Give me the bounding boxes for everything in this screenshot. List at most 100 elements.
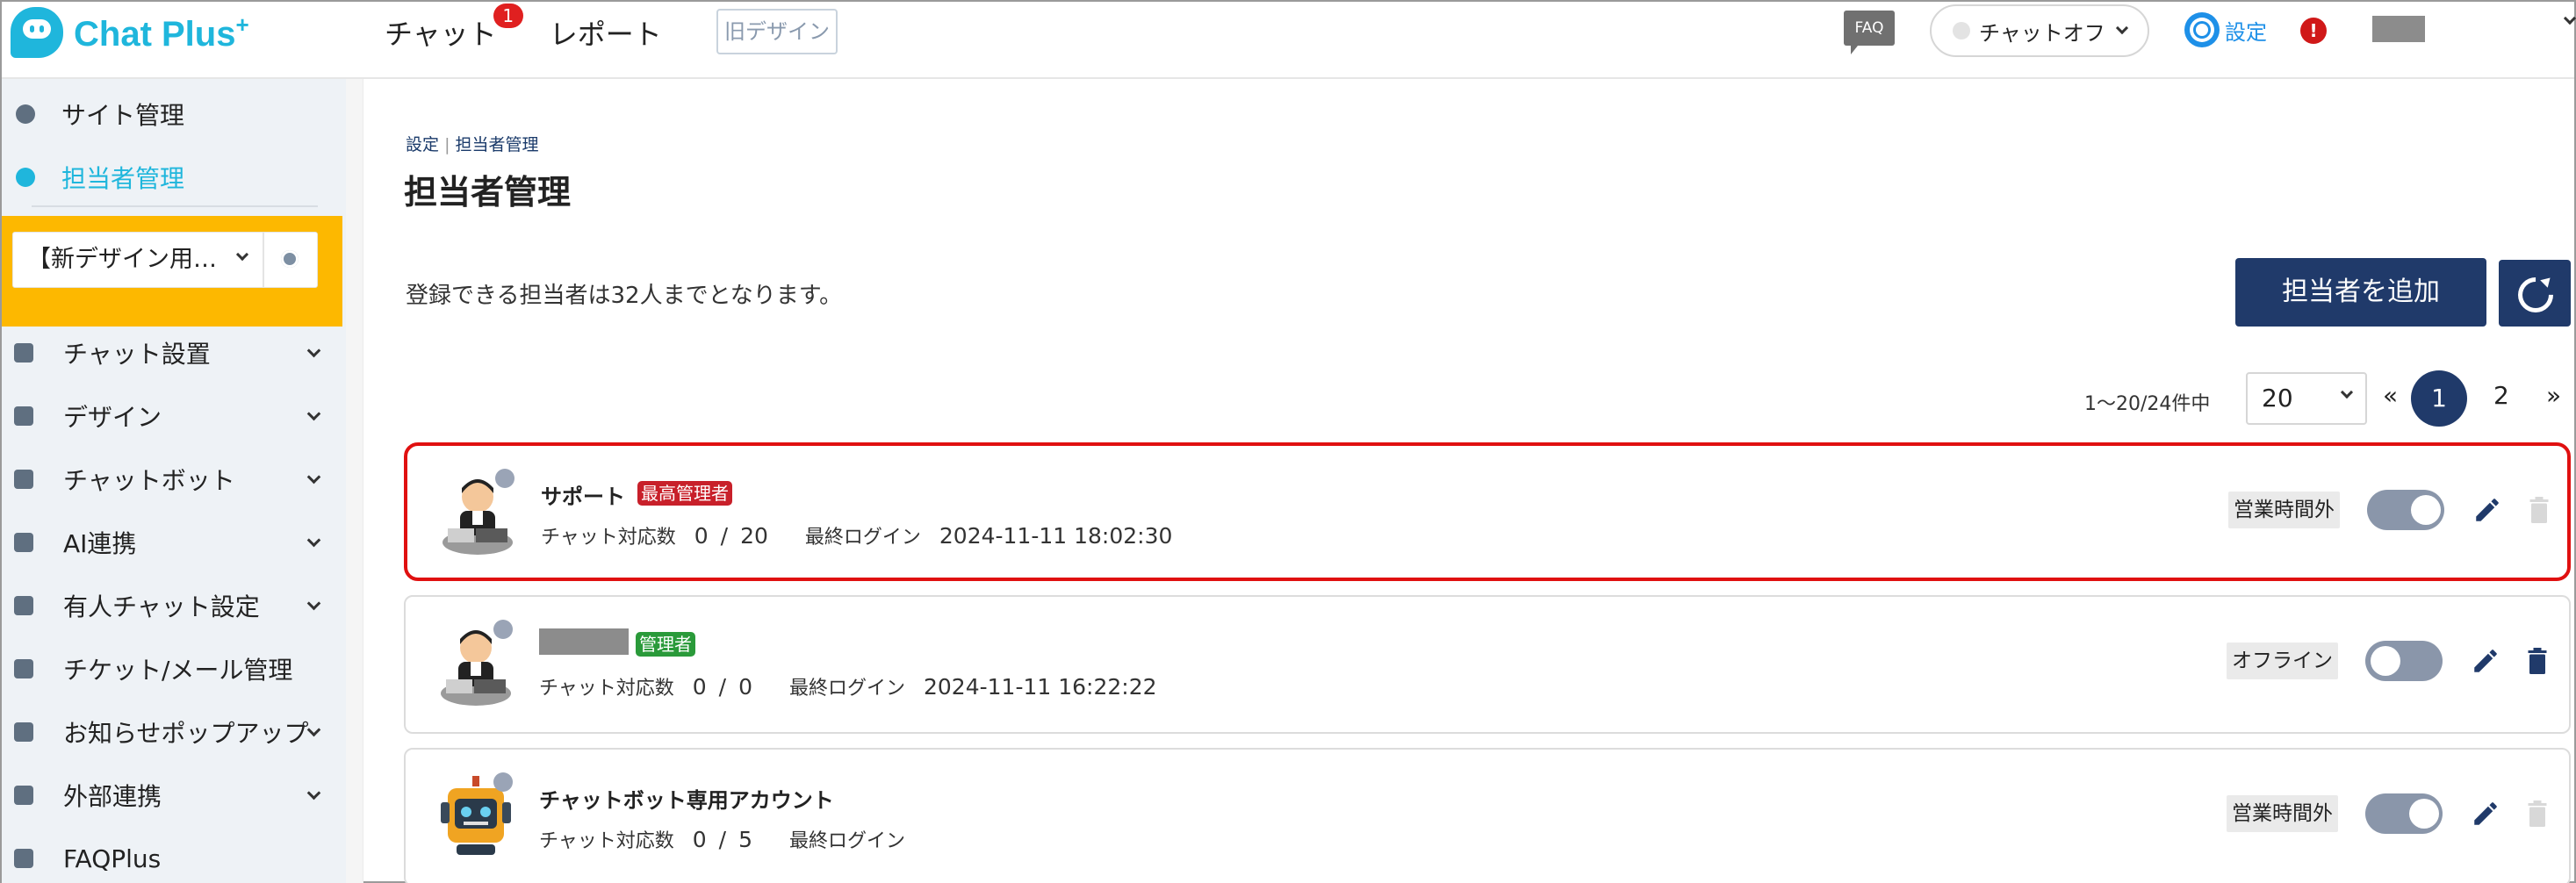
operator-toggle[interactable] [2365, 793, 2443, 834]
logo-text: Chat Plus+ [74, 11, 249, 54]
sidebar-scrollbar[interactable] [346, 79, 363, 883]
site-select[interactable]: 【新デザイン用… [12, 232, 263, 288]
sidebar-item-chatbot[interactable]: チャットボット [2, 453, 346, 506]
result-range-text: 1〜20/24件中 [2084, 393, 2211, 415]
presence-dot-icon [493, 772, 513, 792]
nav-chat[interactable]: チャット 1 [385, 4, 523, 53]
chevron-down-icon [306, 470, 321, 485]
prev-page-button[interactable]: « [2383, 381, 2398, 410]
headset-icon [14, 596, 33, 615]
breadcrumb-current: 担当者管理 [455, 135, 539, 154]
operator-name: サポート [541, 485, 625, 509]
user-name-redacted[interactable] [2372, 16, 2425, 42]
toggle-knob [2411, 495, 2441, 525]
breadcrumb: 設定 | 担当者管理 [406, 132, 539, 155]
page-1-button[interactable]: 1 [2411, 370, 2467, 427]
alert-icon[interactable]: ! [2300, 18, 2327, 44]
user-menu-chevron-icon[interactable] [2563, 11, 2576, 25]
sidebar-item-site-management[interactable]: サイト管理 [2, 88, 346, 140]
chevron-down-icon [306, 533, 321, 548]
breadcrumb-separator: | [444, 135, 450, 154]
sidebar-item-live-chat-settings[interactable]: 有人チャット設定 [2, 579, 346, 632]
trash-icon [2528, 800, 2547, 827]
sidebar-divider [32, 205, 318, 207]
pencil-icon[interactable] [2472, 495, 2502, 525]
pagination: 1〜20/24件中 20 « 1 2 » [2084, 370, 2576, 427]
chevron-down-icon [306, 786, 321, 800]
operator-toggle[interactable] [2367, 490, 2444, 530]
ai-icon [14, 533, 33, 552]
users-icon [16, 168, 35, 187]
toggle-knob [2409, 799, 2439, 829]
share-icon [14, 786, 33, 805]
presence-dot-icon [495, 469, 514, 488]
chevron-down-icon [2340, 385, 2354, 399]
operator-card[interactable]: 管理者 チャット対応数 0 / 0 最終ログイン 2024-11-11 16:2… [404, 595, 2571, 734]
sidebar-item-ai[interactable]: AI連携 [2, 516, 346, 569]
chevron-down-icon [2115, 21, 2128, 35]
page-2-button[interactable]: 2 [2493, 381, 2509, 410]
settings-link[interactable]: 設定 [2184, 12, 2267, 47]
operator-state-label: 営業時間外 [2227, 795, 2338, 832]
presence-dot-icon [493, 620, 513, 639]
logo-bubble-icon [11, 7, 63, 58]
add-operator-button[interactable]: 担当者を追加 [2235, 258, 2486, 327]
ticket-icon [14, 659, 33, 678]
sidebar-item-chat-setup[interactable]: チャット設置 [2, 327, 346, 379]
sidebar: サイト管理 担当者管理 【新デザイン用… チャット設置 デザイン チャットボット… [2, 79, 346, 883]
chevron-down-icon [306, 596, 321, 611]
top-nav: チャット 1 レポート [385, 4, 697, 53]
sidebar-item-faqplus[interactable]: FAQPlus [2, 832, 346, 883]
pencil-icon[interactable] [2471, 799, 2500, 829]
breadcrumb-settings-link[interactable]: 設定 [406, 135, 439, 154]
operator-state-label: オフライン [2227, 643, 2338, 679]
chevron-down-icon [306, 406, 321, 421]
trash-icon[interactable] [2527, 648, 2548, 674]
sidebar-item-ticket-mail[interactable]: チケット/メール管理 [2, 643, 346, 695]
pencil-icon[interactable] [2471, 646, 2500, 676]
chat-status-select[interactable]: チャットオフ [1930, 4, 2149, 57]
operator-card[interactable]: サポート 最高管理者 チャット対応数 0 / 20 最終ログイン 2024-11… [404, 442, 2571, 581]
sidebar-item-integration[interactable]: 外部連携 [2, 769, 346, 822]
status-dot-icon [1953, 22, 1970, 39]
chatplus-logo[interactable]: Chat Plus+ [11, 7, 249, 58]
site-settings-gear-button[interactable] [263, 232, 318, 288]
operator-meta: チャット対応数 0 / 5 最終ログイン [539, 827, 905, 852]
role-badge-admin: 管理者 [636, 632, 695, 657]
operator-name: チャットボット専用アカウント [539, 788, 834, 813]
tools-icon [14, 343, 33, 363]
toggle-knob [2371, 646, 2400, 676]
chevron-down-icon [306, 343, 321, 358]
chat-bubbles-icon [14, 470, 33, 489]
old-design-button[interactable]: 旧デザイン [716, 9, 838, 54]
main-content: 設定 | 担当者管理 担当者管理 登録できる担当者は32人までとなります。 担当… [363, 79, 2576, 883]
chat-notification-badge: 1 [493, 4, 523, 28]
operator-meta: チャット対応数 0 / 0 最終ログイン 2024-11-11 16:22:22 [539, 674, 1157, 700]
faq-icon[interactable]: FAQ [1844, 11, 1895, 54]
operator-toggle[interactable] [2365, 641, 2443, 681]
popup-icon [14, 722, 33, 742]
operator-name-redacted [539, 628, 629, 655]
sidebar-item-operator-management[interactable]: 担当者管理 [2, 151, 346, 204]
site-select-panel: 【新デザイン用… [2, 216, 342, 327]
faqplus-icon [14, 849, 33, 868]
next-page-button[interactable]: » [2546, 381, 2561, 410]
operator-limit-text: 登録できる担当者は32人までとなります。 [406, 283, 843, 309]
chevron-down-icon [306, 722, 321, 737]
operator-card[interactable]: チャットボット専用アカウント チャット対応数 0 / 5 最終ログイン 営業時間… [404, 748, 2571, 883]
gear-icon [16, 104, 35, 124]
gear-icon [2184, 12, 2220, 47]
operator-state-label: 営業時間外 [2228, 492, 2340, 528]
trash-icon [2529, 497, 2549, 523]
sidebar-item-popup[interactable]: お知らせポップアップ [2, 706, 346, 758]
page-title: 担当者管理 [404, 173, 572, 212]
sidebar-item-design[interactable]: デザイン [2, 390, 346, 442]
top-bar: Chat Plus+ チャット 1 レポート 旧デザイン FAQ チャットオフ … [2, 2, 2576, 79]
nav-report[interactable]: レポート [550, 12, 662, 53]
operator-meta: チャット対応数 0 / 20 最終ログイン 2024-11-11 18:02:3… [541, 523, 1173, 549]
page-size-select[interactable]: 20 [2246, 372, 2367, 425]
palette-icon [14, 406, 33, 426]
refresh-button[interactable] [2499, 260, 2571, 327]
role-badge-super-admin: 最高管理者 [637, 481, 732, 506]
chevron-down-icon [235, 248, 249, 262]
